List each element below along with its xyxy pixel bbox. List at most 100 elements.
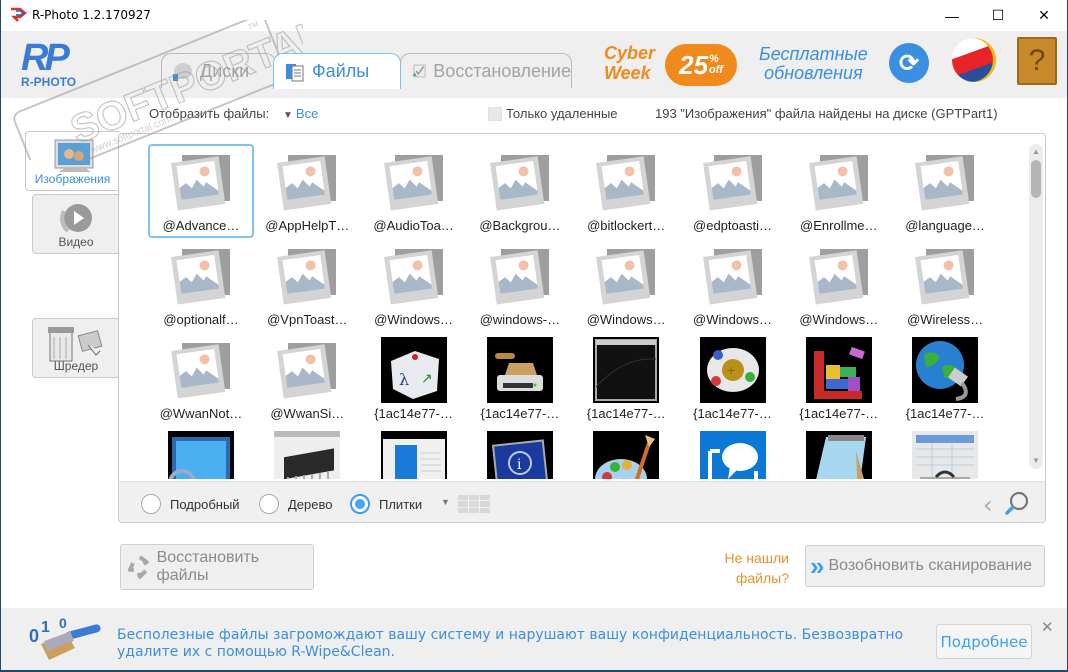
file-tile[interactable]	[786, 426, 892, 479]
help-book-icon[interactable]: ?	[1017, 37, 1057, 85]
scroll-down-icon[interactable]: ▼	[1029, 455, 1043, 467]
file-tile[interactable]: @Wireless…	[892, 238, 996, 332]
window-title: R-Photo 1.2.170927	[32, 8, 151, 22]
file-tile[interactable]: @WwanSi…	[254, 332, 360, 426]
only-deleted-checkbox[interactable]: Только удаленные	[488, 106, 618, 121]
promo-line2: Week	[604, 63, 651, 83]
file-tile[interactable]: @VpnToast…	[254, 238, 360, 332]
file-tile[interactable]: + {1ac14e77-…	[680, 332, 786, 426]
file-name: @Enrollme…	[800, 218, 878, 233]
maximize-button[interactable]: ☐	[975, 0, 1021, 31]
filter-value: Все	[295, 106, 319, 121]
file-tile[interactable]: @Windows…	[680, 238, 786, 332]
tab-files[interactable]: Файлы	[273, 53, 401, 89]
radio-circle[interactable]	[141, 494, 161, 514]
image-placeholder-icon	[702, 155, 762, 211]
checkbox-box[interactable]	[488, 106, 502, 121]
image-placeholder-icon	[277, 155, 337, 211]
file-tile[interactable]: @WwanNot…	[148, 332, 254, 426]
resume-scan-button[interactable]: » Возобновить сканирование	[805, 545, 1045, 587]
file-tile[interactable]: {1ac14e77-…	[786, 332, 892, 426]
view-tree-radio[interactable]: Дерево	[259, 494, 332, 514]
file-name: {1ac14e77-…	[799, 406, 879, 421]
view-tiles-label: Плитки	[379, 496, 423, 512]
logo-mark: RP	[21, 37, 70, 79]
minimize-button[interactable]: —	[929, 0, 975, 31]
filter-dropdown[interactable]: ▼ Все	[283, 106, 318, 121]
file-tile[interactable]: @Windows…	[361, 238, 467, 332]
file-tile[interactable]: λ ↗ {1ac14e77-…	[361, 332, 467, 426]
file-tile[interactable]: @AppHelpT…	[254, 144, 360, 238]
close-button[interactable]: ✕	[1021, 0, 1067, 31]
file-tile[interactable]	[361, 426, 467, 479]
tile-size-caret-icon[interactable]: ▼	[441, 497, 450, 507]
keyboard-key-thumbnail: λ ↗	[380, 337, 447, 403]
file-tile[interactable]: @Windows…	[573, 238, 679, 332]
view-tiles-radio[interactable]: Плитки	[350, 494, 422, 514]
file-name: {1ac14e77-…	[374, 406, 453, 421]
file-tile[interactable]: i	[467, 426, 573, 479]
refresh-icon[interactable]: ⟳	[889, 43, 929, 83]
view-detailed-radio[interactable]: Подробный	[141, 494, 240, 514]
tab-disks-label: Диски	[200, 60, 250, 81]
image-placeholder-icon	[277, 249, 337, 305]
image-placeholder-icon	[808, 249, 868, 305]
file-tile[interactable]	[148, 426, 254, 479]
scroll-up-icon[interactable]: ▲	[1029, 146, 1043, 158]
file-tile[interactable]: @Enrollme…	[786, 144, 892, 238]
banner-close-icon[interactable]: ✕	[1041, 618, 1054, 636]
file-tile[interactable]: @Windows…	[786, 238, 892, 332]
file-name: @bitlockert…	[587, 218, 666, 233]
restore-files-button[interactable]: Восстановить файлы	[120, 544, 314, 590]
sidebar-item-images[interactable]: Изображения	[25, 131, 119, 191]
file-tile[interactable]: {1ac14e77-…	[573, 332, 679, 426]
file-tile[interactable]: @bitlockert…	[573, 144, 679, 238]
file-tile[interactable]	[573, 426, 679, 479]
caret-down-icon: ▼	[283, 110, 293, 121]
tab-restore[interactable]: Восстановление	[400, 53, 572, 88]
file-tile[interactable]: @edptoasti…	[680, 144, 786, 238]
file-tile[interactable]	[254, 426, 360, 479]
file-name: @Windows…	[374, 312, 454, 327]
chevron-left-icon[interactable]: ‹	[983, 491, 993, 519]
image-placeholder-icon	[171, 155, 230, 211]
file-name: @Windows…	[799, 312, 879, 327]
only-deleted-label: Только удаленные	[506, 106, 618, 121]
tile-size-grid-icon[interactable]	[458, 495, 490, 513]
document-window-thumbnail	[380, 431, 447, 479]
not-found-link[interactable]: Не нашли файлы?	[691, 548, 789, 588]
file-tile[interactable]: {1ac14e77-…	[892, 332, 996, 426]
search-icon[interactable]	[1003, 490, 1031, 518]
banner-line2: удалите их с помощью R-Wipe&Clean.	[117, 644, 395, 660]
radio-circle-checked[interactable]	[350, 494, 370, 514]
sidebar-item-shredder[interactable]: Шредер	[32, 318, 119, 378]
vertical-scrollbar[interactable]: ▲ ▼	[1029, 144, 1043, 469]
image-placeholder-icon	[915, 155, 975, 211]
more-info-button[interactable]: Подробнее	[936, 624, 1032, 659]
file-tile[interactable]: @Backgrou…	[467, 144, 573, 238]
file-tile[interactable]: {1ac14e77-…	[467, 332, 573, 426]
file-tile[interactable]: @windows-…	[467, 238, 573, 332]
language-globe-icon[interactable]	[952, 38, 996, 82]
shredder-icon	[48, 327, 103, 362]
cyber-week-promo[interactable]: Cyber Week 25% off	[602, 41, 742, 89]
file-tile[interactable]: @optionalf…	[148, 238, 254, 332]
photo-frame-icon	[54, 139, 93, 172]
file-tile[interactable]: @Advance…	[148, 144, 254, 238]
title-bar: R-Photo 1.2.170927 — ☐ ✕	[1, 0, 1067, 31]
image-placeholder-icon	[915, 249, 975, 305]
file-tile[interactable]	[892, 426, 996, 479]
file-tile[interactable]: @AudioToa…	[361, 144, 467, 238]
sidebar-item-video[interactable]: Видео	[32, 194, 119, 254]
sale-badge: 25% off	[665, 44, 737, 86]
file-tile[interactable]	[680, 426, 786, 479]
tab-disks[interactable]: Диски	[161, 53, 276, 88]
double-chevron-right-icon: »	[810, 550, 825, 581]
file-name: @windows-…	[479, 312, 561, 327]
image-placeholder-icon	[277, 343, 337, 399]
free-updates-link[interactable]: Бесплатные обновления	[759, 45, 868, 83]
free-updates-line2: обновления	[764, 63, 863, 83]
scrollbar-thumb[interactable]	[1031, 160, 1041, 198]
radio-circle[interactable]	[259, 494, 279, 514]
file-tile[interactable]: @language…	[892, 144, 996, 238]
